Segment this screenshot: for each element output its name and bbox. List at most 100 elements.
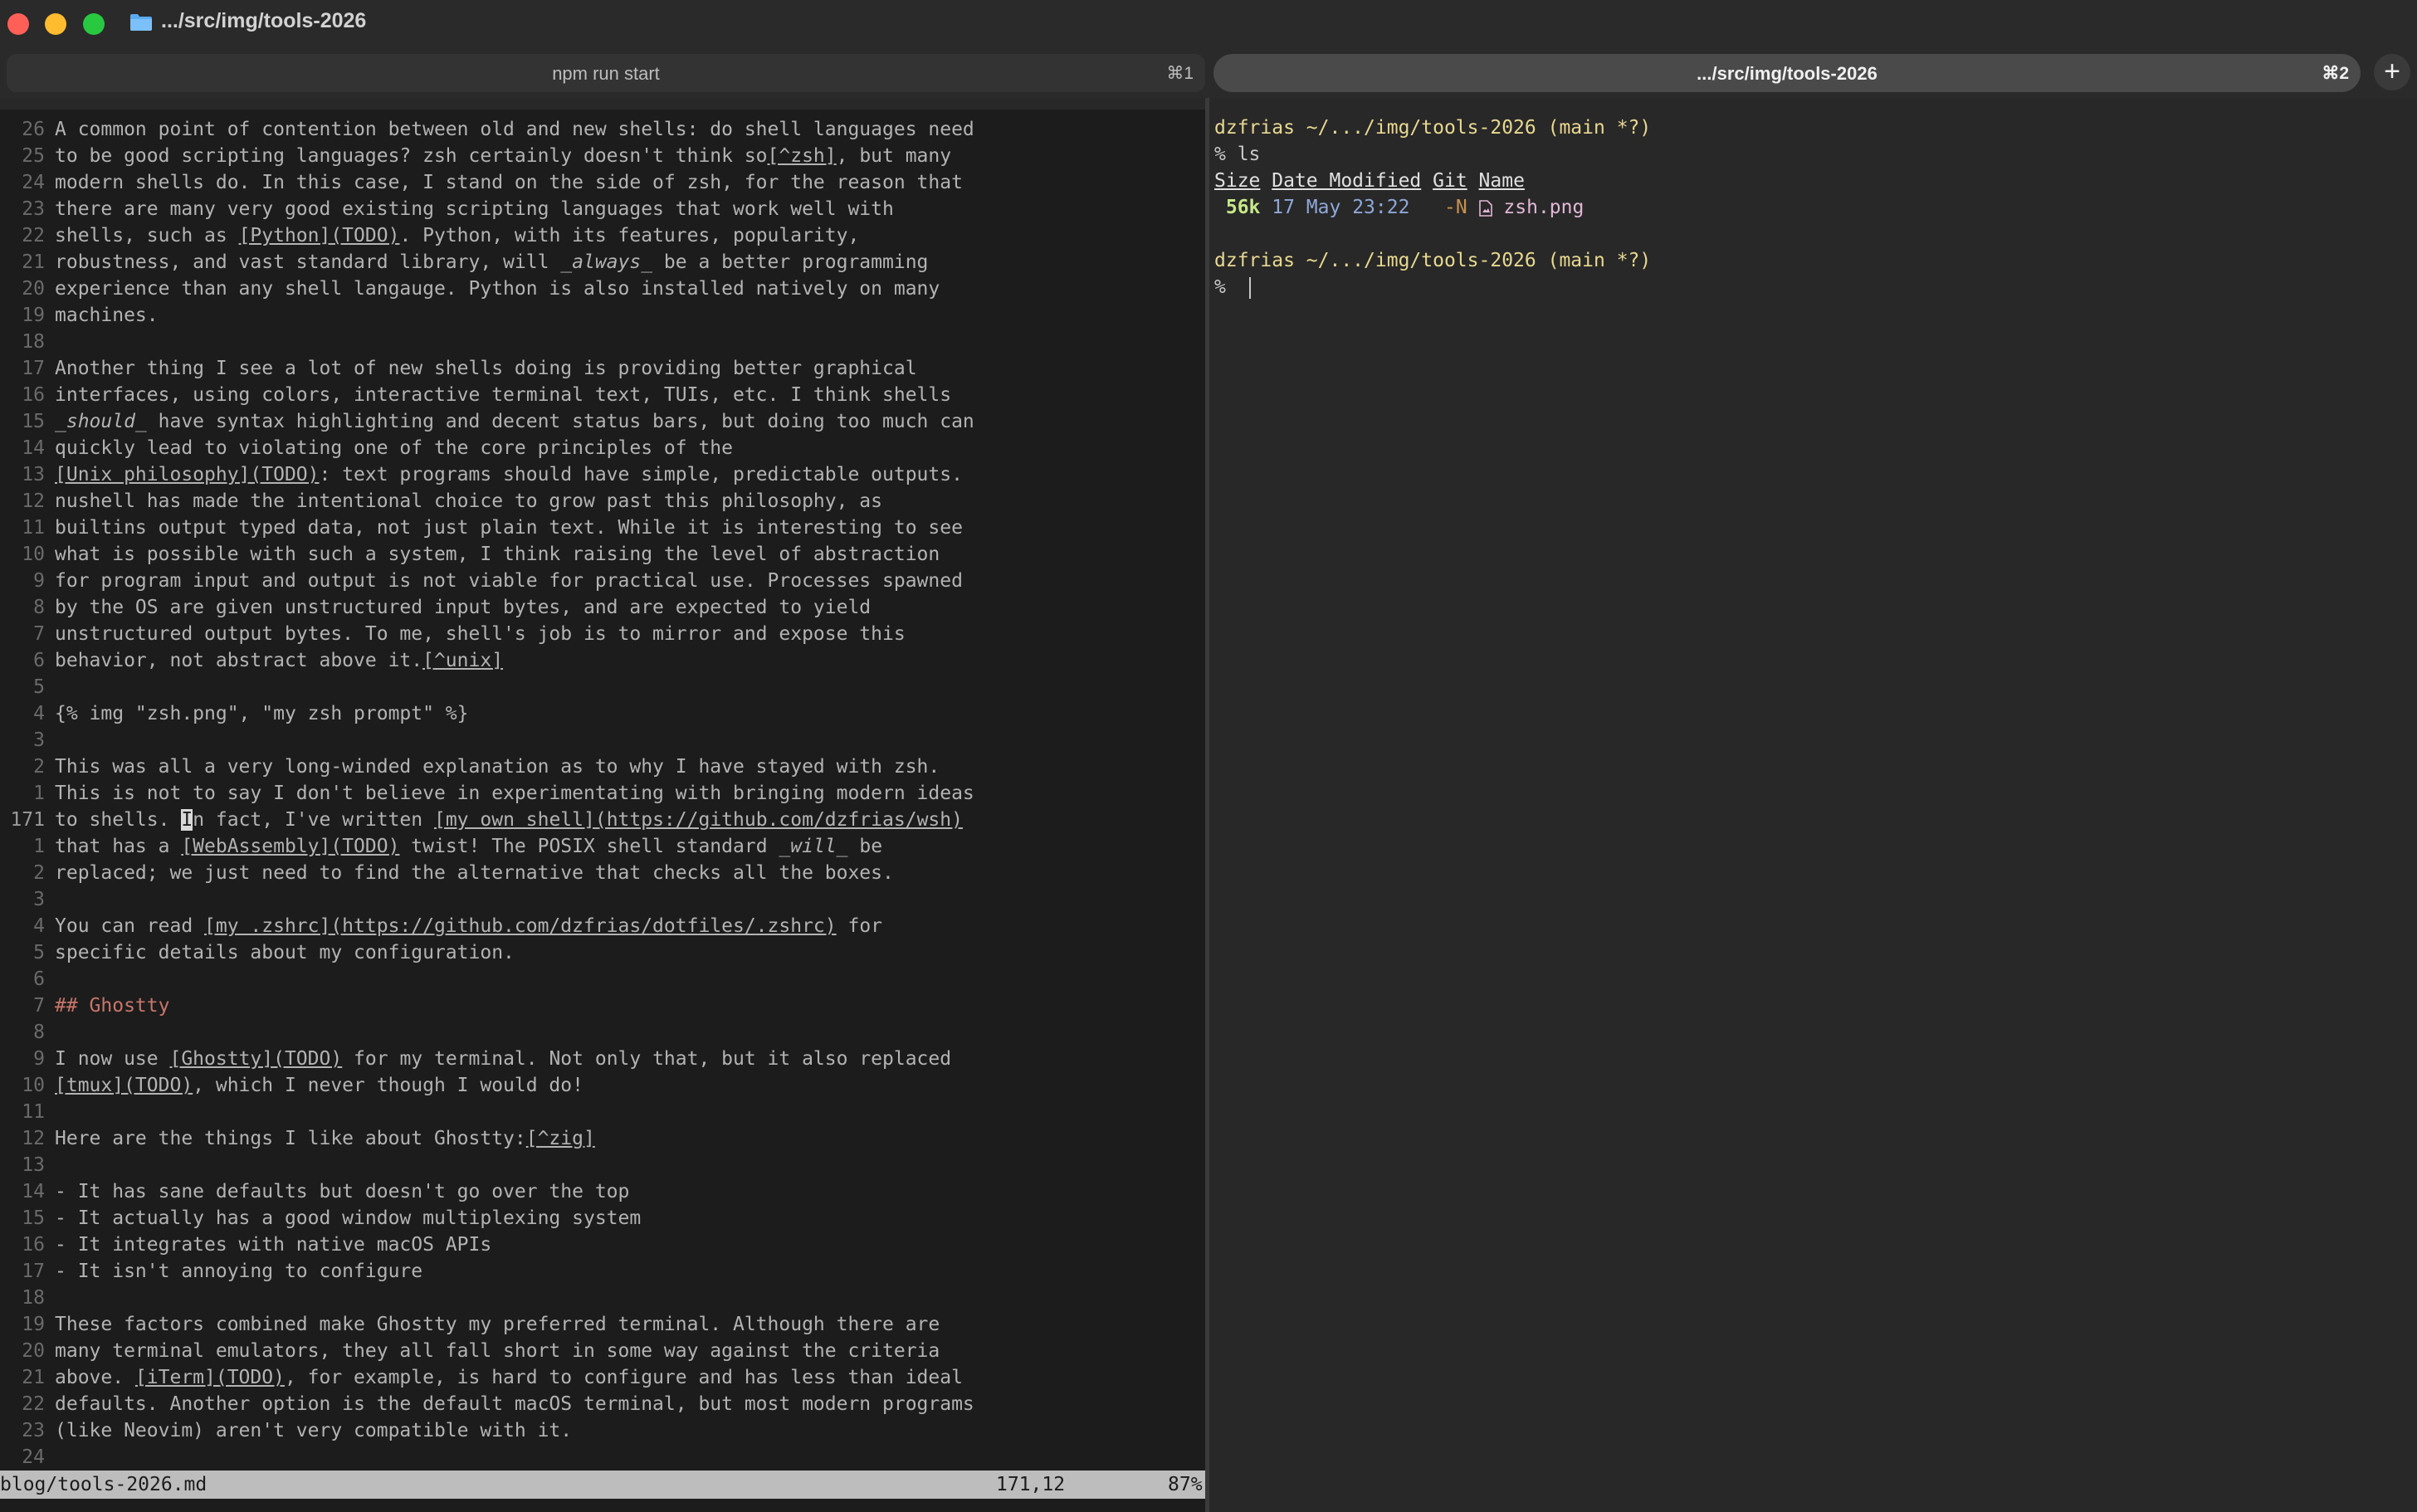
editor-line[interactable]: 25 to be good scripting languages? zsh ce…: [0, 143, 1205, 169]
text-span: twist! The POSIX shell standard: [399, 836, 779, 857]
editor-line[interactable]: 24 modern shells do. In this case, I stan…: [0, 169, 1205, 196]
text-span: what is possible with such a system, I t…: [55, 544, 940, 565]
editor-line[interactable]: 22 shells, such as [Python](TODO). Python…: [0, 222, 1205, 249]
maximize-window-button[interactable]: [83, 13, 105, 35]
editor-line[interactable]: 3: [0, 886, 1205, 913]
markdown-link[interactable]: [^zig]: [526, 1128, 595, 1149]
editor-line[interactable]: 23 there are many very good existing scri…: [0, 196, 1205, 222]
editor-line[interactable]: 19 These factors combined make Ghostty my…: [0, 1311, 1205, 1338]
markdown-link[interactable]: [iTerm](TODO): [135, 1367, 285, 1388]
line-number: 3: [33, 889, 45, 910]
line-number: 21: [22, 1367, 45, 1388]
editor-buffer[interactable]: 26 A common point of contention between o…: [0, 116, 1205, 1471]
close-window-button[interactable]: [7, 13, 29, 35]
minimize-window-button[interactable]: [45, 13, 66, 35]
editor-line[interactable]: 3: [0, 727, 1205, 754]
text-span: builtins output typed data, not just pla…: [55, 517, 963, 539]
editor-line[interactable]: 17 Another thing I see a lot of new shell…: [0, 355, 1205, 382]
line-text: - It isn't annoying to configure: [55, 1261, 422, 1282]
text-span: (like Neovim) aren't very compatible wit…: [55, 1420, 573, 1441]
editor-line[interactable]: 6 behavior, not abstract above it.[^unix]: [0, 647, 1205, 674]
line-number: 4: [33, 915, 45, 937]
editor-line[interactable]: 14 - It has sane defaults but doesn't go …: [0, 1178, 1205, 1205]
line-number: 23: [22, 198, 45, 220]
text-span: quickly lead to violating one of the cor…: [55, 437, 733, 459]
editor-line[interactable]: 171 to shells. In fact, I've written [my …: [0, 807, 1205, 833]
markdown-link[interactable]: [^zsh]: [768, 145, 837, 167]
text-span: to shells.: [55, 809, 182, 831]
editor-line[interactable]: 18: [0, 1285, 1205, 1311]
ls-header-name: Name: [1478, 170, 1525, 192]
editor-line[interactable]: 10 [tmux](TODO), which I never though I w…: [0, 1072, 1205, 1099]
text-span: _will_: [779, 836, 848, 857]
editor-line[interactable]: 8 by the OS are given unstructured input …: [0, 594, 1205, 621]
editor-line[interactable]: 1 This is not to say I don't believe in e…: [0, 780, 1205, 807]
editor-line[interactable]: 26 A common point of contention between o…: [0, 116, 1205, 143]
editor-line[interactable]: 12 Here are the things I like about Ghost…: [0, 1125, 1205, 1152]
markdown-link[interactable]: [tmux](TODO): [55, 1075, 193, 1096]
editor-line[interactable]: 12 nushell has made the intentional choic…: [0, 488, 1205, 515]
editor-line[interactable]: 16 interfaces, using colors, interactive …: [0, 382, 1205, 408]
editor-line[interactable]: 8: [0, 1019, 1205, 1046]
editor-line[interactable]: 22 defaults. Another option is the defaul…: [0, 1391, 1205, 1417]
markdown-link[interactable]: [^unix]: [422, 650, 503, 671]
editor-line[interactable]: 15 - It actually has a good window multip…: [0, 1205, 1205, 1232]
editor-line[interactable]: 15 _should_ have syntax highlighting and …: [0, 408, 1205, 435]
prompt-line: dzfrias ~/.../img/tools-2026 (main *?): [1214, 115, 1651, 141]
ls-header-row: Size Date Modified Git Name: [1214, 168, 1651, 194]
editor-line[interactable]: 21 above. [iTerm](TODO), for example, is …: [0, 1364, 1205, 1391]
markdown-link[interactable]: [my .zshrc](https://github.com/dzfrias/d…: [204, 915, 837, 937]
command-input-line[interactable]: %: [1214, 274, 1651, 300]
editor-line[interactable]: 11: [0, 1099, 1205, 1125]
ls-filename[interactable]: zsh.png: [1503, 197, 1584, 218]
line-text: robustness, and vast standard library, w…: [55, 251, 928, 273]
text-span: many terminal emulators, they all fall s…: [55, 1340, 940, 1362]
editor-line[interactable]: 21 robustness, and vast standard library,…: [0, 249, 1205, 276]
line-text: interfaces, using colors, interactive te…: [55, 384, 951, 406]
editor-line[interactable]: 19 machines.: [0, 302, 1205, 329]
editor-line[interactable]: 24: [0, 1444, 1205, 1471]
editor-line[interactable]: 10 what is possible with such a system, I…: [0, 541, 1205, 568]
editor-line[interactable]: 4 You can read [my .zshrc](https://github…: [0, 913, 1205, 939]
editor-line[interactable]: 7 unstructured output bytes. To me, shell…: [0, 621, 1205, 647]
markdown-link[interactable]: [Python](TODO): [239, 225, 400, 246]
editor-line[interactable]: 5 specific details about my configuration…: [0, 939, 1205, 966]
editor-line[interactable]: 11 builtins output typed data, not just p…: [0, 515, 1205, 541]
editor-pane[interactable]: 26 A common point of contention between o…: [0, 110, 1205, 1471]
text-span: nushell has made the intentional choice …: [55, 490, 882, 512]
editor-line[interactable]: 5: [0, 674, 1205, 700]
new-tab-button[interactable]: +: [2374, 54, 2410, 90]
editor-line[interactable]: 9 I now use [Ghostty](TODO) for my termin…: [0, 1046, 1205, 1072]
editor-line[interactable]: 9 for program input and output is not via…: [0, 568, 1205, 594]
text-span: have syntax highlighting and decent stat…: [146, 411, 974, 432]
text-span: machines.: [55, 305, 159, 326]
tab-tools-2026[interactable]: .../src/img/tools-2026 ⌘2: [1213, 54, 2361, 92]
prompt-symbol: %: [1214, 276, 1226, 298]
editor-line[interactable]: 18: [0, 329, 1205, 355]
line-text: what is possible with such a system, I t…: [55, 544, 940, 565]
markdown-link[interactable]: [WebAssembly](TODO): [181, 836, 399, 857]
editor-line[interactable]: 1 that has a [WebAssembly](TODO) twist! T…: [0, 833, 1205, 860]
terminal-pane[interactable]: dzfrias ~/.../img/tools-2026 (main *?) %…: [1209, 98, 2417, 1512]
editor-line[interactable]: 23 (like Neovim) aren't very compatible w…: [0, 1417, 1205, 1444]
editor-line[interactable]: 13 [Unix philosophy](TODO): text programs…: [0, 461, 1205, 488]
editor-line[interactable]: 17 - It isn't annoying to configure: [0, 1258, 1205, 1285]
editor-line[interactable]: 2 replaced; we just need to find the alte…: [0, 860, 1205, 886]
tab-npm-run-start[interactable]: npm run start ⌘1: [7, 54, 1205, 92]
markdown-link[interactable]: [Ghostty](TODO): [169, 1048, 342, 1070]
markdown-link[interactable]: [my own shell](https://github.com/dzfria…: [434, 809, 963, 831]
editor-line[interactable]: 6: [0, 966, 1205, 993]
editor-line[interactable]: 16 - It integrates with native macOS APIs: [0, 1232, 1205, 1258]
line-text: many terminal emulators, they all fall s…: [55, 1340, 940, 1362]
editor-line[interactable]: 13: [0, 1152, 1205, 1178]
editor-line[interactable]: 20 many terminal emulators, they all fall…: [0, 1338, 1205, 1364]
editor-line[interactable]: 7 ## Ghostty: [0, 993, 1205, 1019]
editor-command-line[interactable]: [0, 1499, 1205, 1512]
editor-line[interactable]: 20 experience than any shell langauge. Py…: [0, 276, 1205, 302]
markdown-link[interactable]: [Unix philosophy](TODO): [55, 464, 320, 485]
editor-line[interactable]: 14 quickly lead to violating one of the c…: [0, 435, 1205, 461]
editor-line[interactable]: 4 {% img "zsh.png", "my zsh prompt" %}: [0, 700, 1205, 727]
editor-line[interactable]: 2 This was all a very long-winded explana…: [0, 754, 1205, 780]
text-span: {% img "zsh.png", "my zsh prompt" %}: [55, 703, 469, 724]
text-span: _should_: [55, 411, 147, 432]
